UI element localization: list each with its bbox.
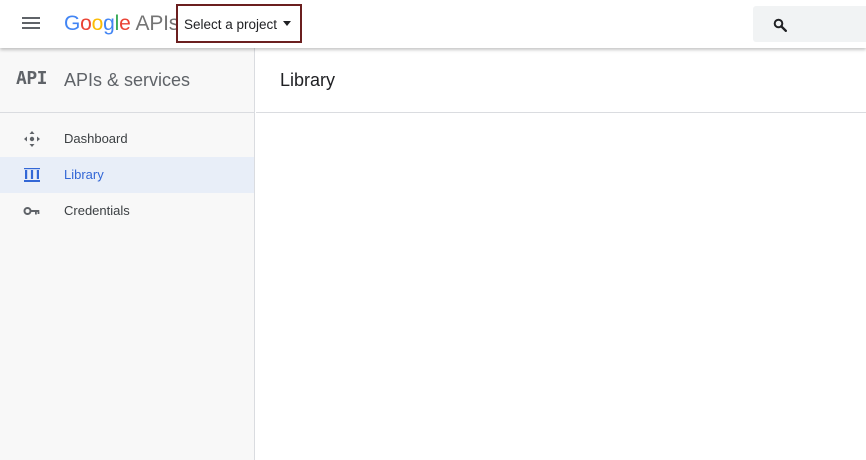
top-app-bar: Google APIs Select a project bbox=[0, 0, 866, 48]
logo-apis-text: APIs bbox=[135, 12, 180, 35]
search-icon[interactable] bbox=[773, 18, 787, 32]
key-icon bbox=[23, 207, 40, 215]
dashboard-icon bbox=[24, 131, 40, 147]
search-box[interactable] bbox=[753, 6, 866, 42]
library-icon bbox=[24, 168, 40, 182]
sidebar: API APIs & services Dashboard Library Cr… bbox=[0, 48, 255, 460]
dropdown-caret-icon bbox=[283, 21, 291, 26]
sidebar-item-label: Library bbox=[64, 167, 104, 182]
page-title: Library bbox=[280, 70, 336, 90]
sidebar-item-library[interactable]: Library bbox=[0, 157, 254, 193]
sidebar-nav: Dashboard Library Credentials bbox=[0, 121, 254, 229]
api-icon: API bbox=[16, 68, 48, 89]
sidebar-title: APIs & services bbox=[64, 70, 191, 90]
sidebar-item-dashboard[interactable]: Dashboard bbox=[0, 121, 254, 157]
project-select-dropdown[interactable]: Select a project bbox=[176, 4, 302, 43]
sidebar-header: API APIs & services bbox=[0, 48, 254, 113]
main-header: Library bbox=[256, 48, 866, 113]
google-apis-logo[interactable]: Google APIs bbox=[64, 12, 179, 36]
sidebar-item-label: Dashboard bbox=[64, 131, 128, 146]
sidebar-item-label: Credentials bbox=[64, 203, 130, 218]
project-select-label: Select a project bbox=[184, 17, 278, 32]
sidebar-item-credentials[interactable]: Credentials bbox=[0, 193, 254, 229]
hamburger-menu-icon[interactable] bbox=[20, 14, 44, 34]
main-content: Library bbox=[256, 48, 866, 460]
